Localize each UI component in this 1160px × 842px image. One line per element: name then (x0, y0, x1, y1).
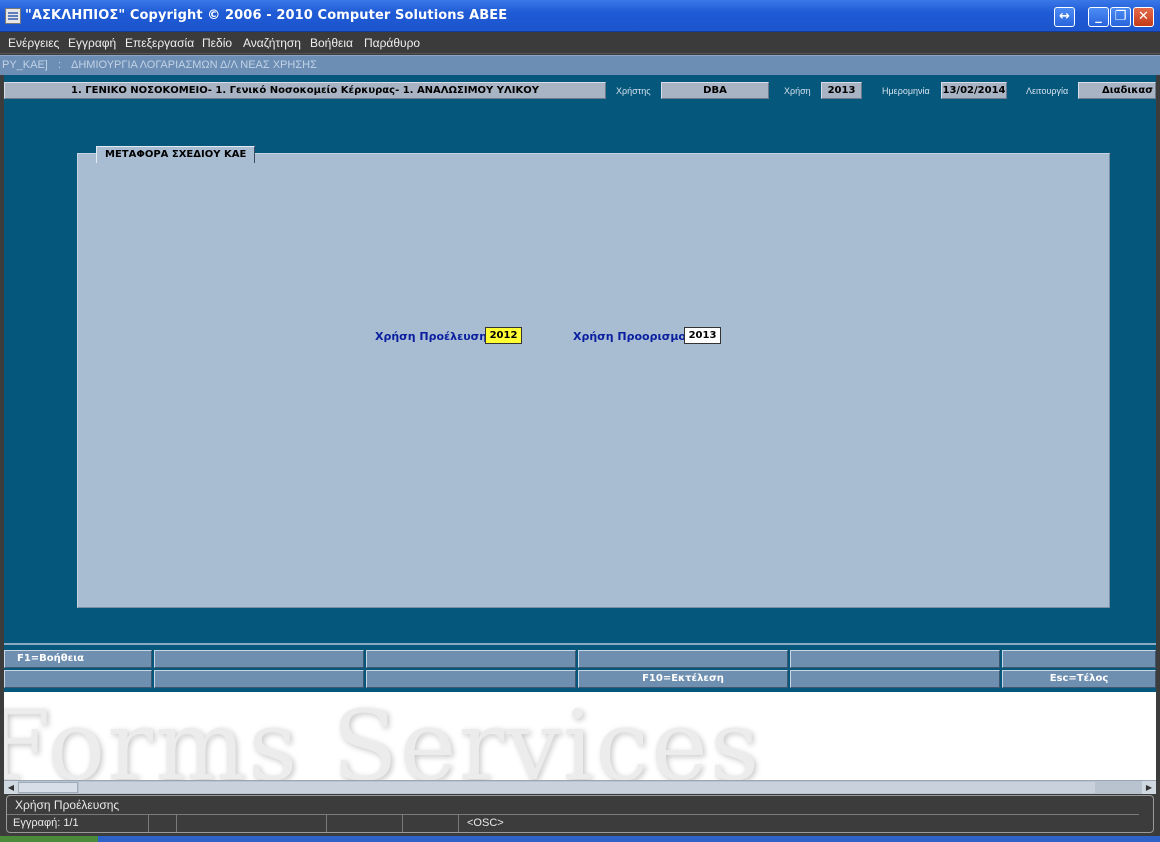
fkey-slot-r1-4[interactable] (578, 650, 788, 668)
menu-field[interactable]: Πεδίο (202, 36, 232, 50)
form-title: ΔΗΜΙΟΥΡΓΙΑ ΛΟΓΑΡΙΑΣΜΩΝ Δ/Λ ΝΕΑΣ ΧΡΗΣΗΣ (71, 59, 317, 71)
restore-button[interactable]: ❐ (1110, 7, 1131, 27)
taskbar-strip (0, 836, 1160, 842)
status-cell-4 (326, 815, 402, 832)
title-bar[interactable]: "ΑΣΚΛΗΠΙΟΣ" Copyright © 2006 - 2010 Comp… (0, 0, 1160, 32)
fkey-slot-r2-2[interactable] (154, 670, 364, 688)
path-separator: : (58, 59, 62, 71)
menu-edit[interactable]: Επεξεργασία (125, 36, 194, 50)
menu-actions[interactable]: Ενέργειες (8, 36, 59, 50)
start-button[interactable] (0, 836, 98, 842)
fkey-slot-r2-3[interactable] (366, 670, 576, 688)
fkey-slot-r2-1[interactable] (4, 670, 152, 688)
resize-icon[interactable]: ↔ (1054, 7, 1075, 27)
osc-indicator: <OSC> (458, 815, 578, 832)
menu-record[interactable]: Εγγραφή (68, 36, 116, 50)
forms-services-watermark: Forms Services (4, 692, 762, 780)
window-title: "ΑΣΚΛΗΠΙΟΣ" Copyright © 2006 - 2010 Comp… (25, 8, 508, 23)
application-window: "ΑΣΚΛΗΠΙΟΣ" Copyright © 2006 - 2010 Comp… (0, 0, 1160, 842)
minimize-button[interactable]: _ (1088, 7, 1109, 27)
menu-window[interactable]: Παράθυρο (364, 36, 420, 50)
year-label: Χρήση (784, 86, 811, 96)
transfer-panel: ΜΕΤΑΦΟΡΑ ΣΧΕΔΙΟΥ ΚΑΕ Χρήση Προέλευσης 20… (77, 146, 1110, 608)
status-bar: Χρήση Προέλευσης Εγγραφή: 1/1 <OSC> (6, 795, 1154, 833)
menu-bar: Ενέργειες Εγγραφή Επεξεργασία Πεδίο Αναζ… (0, 32, 1160, 54)
separator-line (4, 643, 1156, 645)
app-icon (5, 8, 21, 24)
form-canvas: 1. ΓΕΝΙΚΟ ΝΟΣΟΚΟΜΕΙΟ- 1. Γενικό Νοσοκομε… (4, 75, 1156, 692)
scroll-left-icon[interactable]: ◀ (4, 781, 18, 794)
source-year-input[interactable]: 2012 (485, 327, 522, 344)
close-button[interactable]: ✕ (1133, 7, 1154, 27)
fkey-slot-r1-6[interactable] (1002, 650, 1156, 668)
forms-watermark-area: Forms Services (4, 692, 1156, 780)
status-cell-5 (402, 815, 458, 832)
form-module: ΡΥ_ΚΑΕ] (2, 59, 48, 71)
form-path-bar: ΡΥ_ΚΑΕ] : ΔΗΜΙΟΥΡΓΙΑ ΛΟΓΑΡΙΑΣΜΩΝ Δ/Λ ΝΕΑ… (0, 55, 1160, 75)
fkey-slot-r1-3[interactable] (366, 650, 576, 668)
mode-field: Διαδικασ (1078, 82, 1156, 99)
user-field: DBA (661, 82, 769, 99)
horizontal-scrollbar[interactable]: ◀ ▶ (4, 780, 1156, 794)
scroll-track[interactable] (79, 782, 1095, 793)
source-year-label: Χρήση Προέλευσης (375, 330, 494, 343)
organization-field: 1. ΓΕΝΙΚΟ ΝΟΣΟΚΟΜΕΙΟ- 1. Γενικό Νοσοκομε… (4, 82, 606, 99)
menu-help[interactable]: Βοήθεια (310, 36, 353, 50)
status-cell-3 (176, 815, 326, 832)
user-label: Χρήστης (616, 86, 651, 96)
status-message: Χρήση Προέλευσης (15, 798, 120, 812)
f10-execute-button[interactable]: F10=Εκτέλεση (578, 670, 788, 688)
record-counter: Εγγραφή: 1/1 (13, 817, 79, 829)
status-cell-2 (148, 815, 176, 832)
mode-label: Λειτουργία (1026, 86, 1069, 96)
year-field: 2013 (821, 82, 862, 99)
fkey-slot-r1-5[interactable] (790, 650, 1000, 668)
date-label: Ημερομηνία (882, 86, 930, 96)
fkey-slot-r2-5[interactable] (790, 670, 1000, 688)
scroll-right-icon[interactable]: ▶ (1142, 781, 1156, 794)
f1-help-button[interactable]: F1=Βοήθεια (4, 650, 152, 668)
fkey-slot-r1-2[interactable] (154, 650, 364, 668)
menu-search[interactable]: Αναζήτηση (243, 36, 301, 50)
target-year-label: Χρήση Προορισμού (573, 330, 694, 343)
date-field: 13/02/2014 (941, 82, 1007, 99)
target-year-input[interactable]: 2013 (684, 327, 721, 344)
esc-exit-button[interactable]: Esc=Τέλος (1002, 670, 1156, 688)
info-bar: 1. ΓΕΝΙΚΟ ΝΟΣΟΚΟΜΕΙΟ- 1. Γενικό Νοσοκομε… (4, 79, 1156, 103)
scroll-thumb[interactable] (18, 782, 78, 793)
panel-title: ΜΕΤΑΦΟΡΑ ΣΧΕΔΙΟΥ ΚΑΕ (96, 146, 256, 163)
